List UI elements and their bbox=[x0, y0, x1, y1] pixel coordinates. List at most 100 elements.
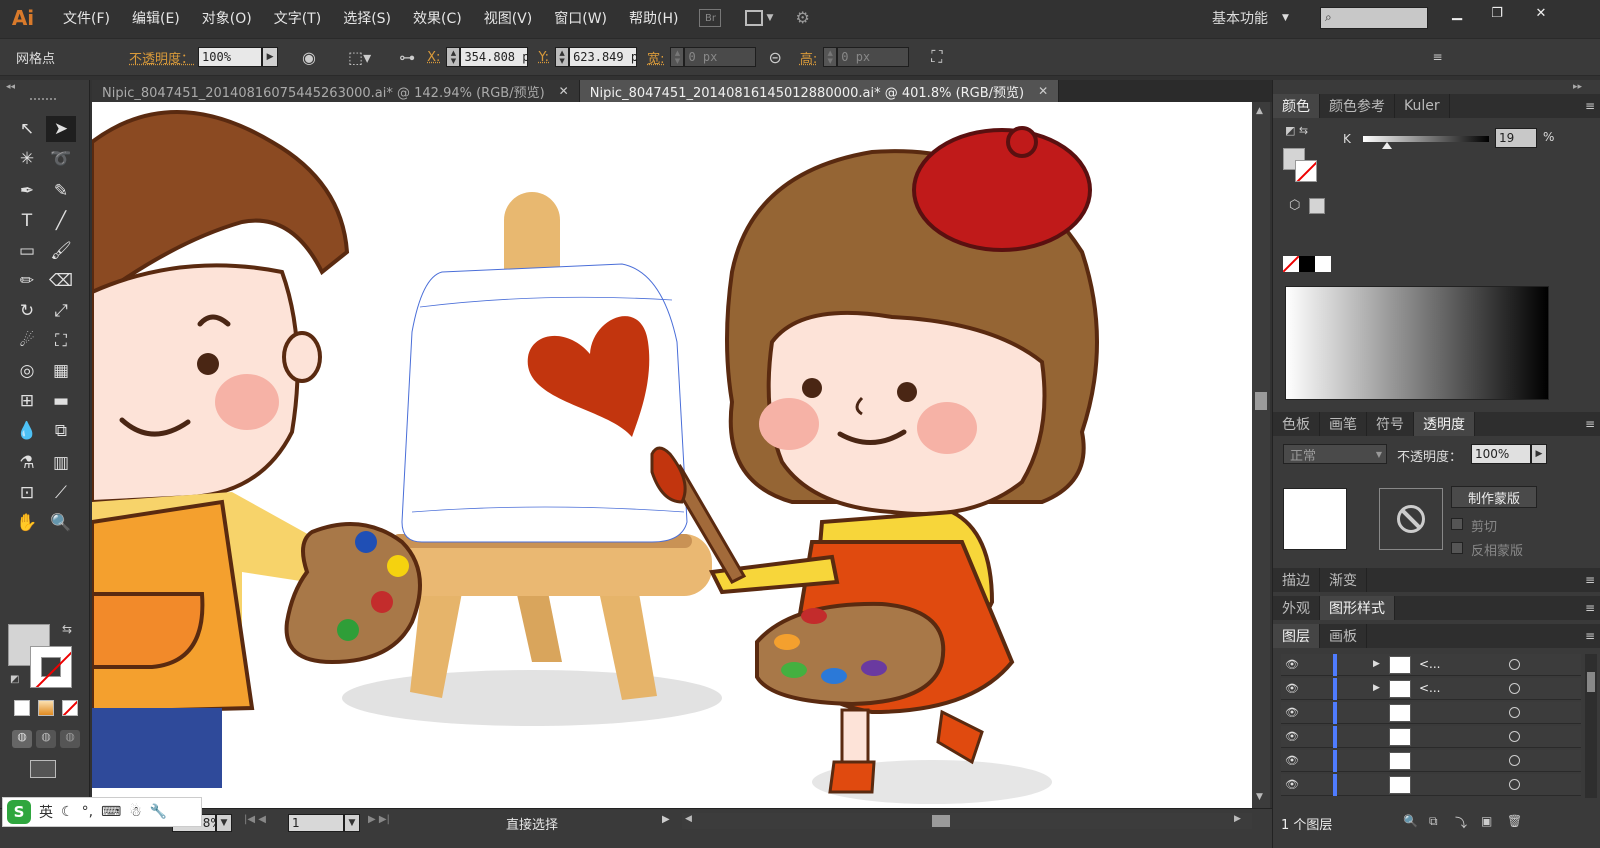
close-window-button[interactable]: ✕ bbox=[1524, 2, 1558, 24]
tab-transparency[interactable]: 透明度 bbox=[1414, 412, 1475, 436]
k-slider-knob[interactable] bbox=[1381, 142, 1392, 149]
x-label[interactable]: X: bbox=[427, 50, 440, 65]
artboard[interactable] bbox=[92, 102, 1252, 808]
scroll-right-icon[interactable]: ▶ bbox=[1234, 814, 1241, 824]
target-circle-icon[interactable] bbox=[1509, 659, 1520, 670]
x-stepper[interactable]: ▲ ▼ bbox=[446, 47, 461, 67]
panel-menu-icon[interactable]: ≡ bbox=[1432, 50, 1442, 64]
skin-icon[interactable]: ☃ bbox=[129, 804, 142, 820]
search-input[interactable]: ⌕ bbox=[1320, 7, 1428, 29]
width-label[interactable]: 宽: bbox=[647, 48, 664, 67]
delete-layer-icon[interactable]: 🗑 bbox=[1507, 814, 1522, 828]
mesh-tool-icon[interactable]: ⊞ bbox=[12, 388, 42, 414]
moon-icon[interactable]: ☾ bbox=[61, 804, 74, 820]
tab-brushes[interactable]: 画笔 bbox=[1320, 412, 1367, 436]
black-swatch[interactable] bbox=[1299, 256, 1315, 272]
artboard-tool-icon[interactable]: ⊡ bbox=[12, 480, 42, 506]
draw-inside-icon[interactable]: ◍ bbox=[60, 730, 80, 748]
fill-stroke-mini-icon[interactable]: ◩ ⇆ bbox=[1285, 124, 1308, 137]
artboard-number-field[interactable]: 1 bbox=[288, 814, 344, 832]
tab-kuler[interactable]: Kuler bbox=[1395, 94, 1450, 118]
layer-name[interactable]: <... bbox=[1419, 681, 1441, 695]
zoom-tool-icon[interactable]: 🔍 bbox=[46, 510, 76, 536]
expand-triangle-icon[interactable]: ▶ bbox=[1373, 659, 1380, 669]
target-circle-icon[interactable] bbox=[1509, 755, 1520, 766]
tab-swatches[interactable]: 色板 bbox=[1273, 412, 1320, 436]
canvas[interactable] bbox=[92, 102, 1252, 808]
menu-select[interactable]: 选择(S) bbox=[332, 0, 402, 36]
pencil-tool-icon[interactable]: ✏ bbox=[12, 268, 42, 294]
panel-menu-icon[interactable]: ≡ bbox=[1585, 601, 1595, 615]
color-mode-icon[interactable] bbox=[14, 700, 30, 716]
vertical-scroll-thumb[interactable] bbox=[1255, 392, 1267, 410]
none-swatch[interactable] bbox=[1283, 256, 1299, 272]
height-stepper[interactable]: ▲ ▼ bbox=[823, 47, 838, 67]
visibility-eye-icon[interactable]: 👁 bbox=[1285, 706, 1299, 719]
horizontal-scrollbar[interactable]: ◀ ▶ bbox=[682, 813, 1252, 829]
scroll-left-icon[interactable]: ◀ bbox=[685, 814, 692, 824]
punctuation-icon[interactable]: °, bbox=[82, 804, 93, 820]
panel-stroke-swatch[interactable] bbox=[1295, 160, 1317, 182]
menu-type[interactable]: 文字(T) bbox=[263, 0, 332, 36]
tab-gradient[interactable]: 渐变 bbox=[1320, 568, 1367, 592]
shape-builder-tool-icon[interactable]: ◎ bbox=[12, 358, 42, 384]
zoom-dropdown-button[interactable]: ▼ bbox=[216, 814, 232, 832]
close-icon[interactable]: ✕ bbox=[559, 84, 569, 98]
expand-triangle-icon[interactable]: ▶ bbox=[1373, 683, 1380, 693]
layer-row[interactable]: 👁 bbox=[1281, 750, 1581, 772]
opacity-dropdown-button[interactable]: ▶ bbox=[262, 47, 279, 67]
y-field[interactable]: 623.849 p bbox=[569, 47, 638, 67]
web-safe-swatch[interactable] bbox=[1309, 198, 1325, 214]
rectangle-tool-icon[interactable]: ▭ bbox=[12, 238, 42, 264]
gradient-mode-icon[interactable] bbox=[38, 700, 54, 716]
artboard-last-icon[interactable]: ▶ ▶| bbox=[368, 814, 390, 825]
target-circle-icon[interactable] bbox=[1509, 683, 1520, 694]
layer-row[interactable]: 👁 bbox=[1281, 702, 1581, 724]
draw-behind-icon[interactable]: ◍ bbox=[36, 730, 56, 748]
default-colors-icon[interactable]: ◩ bbox=[10, 674, 19, 685]
color-spectrum[interactable] bbox=[1285, 286, 1549, 400]
ime-toolbar[interactable]: S 英 ☾ °, ⌨ ☃ 🔧 bbox=[2, 797, 202, 827]
transparency-opacity-button[interactable]: ▶ bbox=[1531, 444, 1547, 464]
tab-layers[interactable]: 图层 bbox=[1273, 624, 1320, 648]
rotate-tool-icon[interactable]: ↻ bbox=[12, 298, 42, 324]
opacity-label[interactable]: 不透明度： bbox=[129, 48, 194, 67]
transparency-opacity-field[interactable]: 100% bbox=[1471, 444, 1531, 464]
direct-selection-tool-icon[interactable]: ➤ bbox=[46, 116, 76, 142]
out-of-gamut-icon[interactable]: ⬡ bbox=[1289, 198, 1300, 213]
mask-thumbnail[interactable] bbox=[1379, 488, 1443, 550]
visibility-eye-icon[interactable]: 👁 bbox=[1285, 778, 1299, 791]
layer-row[interactable]: 👁 ▶ <... bbox=[1281, 678, 1581, 700]
target-circle-icon[interactable] bbox=[1509, 779, 1520, 790]
horizontal-scroll-thumb[interactable] bbox=[932, 815, 950, 827]
panel-menu-icon[interactable]: ≡ bbox=[1585, 573, 1595, 587]
transform-point-icon[interactable]: ⊶ bbox=[399, 48, 415, 67]
y-stepper[interactable]: ▲ ▼ bbox=[555, 47, 570, 67]
clip-checkbox[interactable] bbox=[1451, 518, 1463, 530]
layer-row[interactable]: 👁 bbox=[1281, 774, 1581, 796]
layers-scrollbar[interactable] bbox=[1585, 654, 1597, 798]
toolbar-collapse-icon[interactable]: ◂◂ bbox=[6, 82, 15, 92]
new-sublayer-icon[interactable]: ⤵ bbox=[1455, 814, 1467, 831]
status-menu-icon[interactable]: ▶ bbox=[662, 814, 670, 825]
none-mode-icon[interactable] bbox=[62, 700, 78, 716]
toolbar-grip[interactable] bbox=[30, 98, 56, 102]
opacity-field[interactable]: 100% bbox=[198, 47, 263, 67]
tab-symbols[interactable]: 符号 bbox=[1367, 412, 1414, 436]
panel-menu-icon[interactable]: ≡ bbox=[1585, 629, 1595, 643]
y-label[interactable]: Y: bbox=[538, 50, 549, 65]
link-proportions-icon[interactable]: ⊝ bbox=[768, 48, 781, 67]
target-circle-icon[interactable] bbox=[1509, 731, 1520, 742]
layer-name[interactable]: <... bbox=[1419, 657, 1441, 671]
visibility-eye-icon[interactable]: 👁 bbox=[1285, 730, 1299, 743]
vertical-scrollbar[interactable]: ▲ ▼ bbox=[1252, 102, 1270, 808]
target-circle-icon[interactable] bbox=[1509, 707, 1520, 718]
blend-mode-select[interactable]: 正常 ▼ bbox=[1283, 444, 1387, 464]
white-swatch[interactable] bbox=[1315, 256, 1331, 272]
dock-collapse-icon[interactable]: ▸▸ bbox=[1573, 82, 1582, 92]
invert-mask-checkbox[interactable] bbox=[1451, 542, 1463, 554]
menu-view[interactable]: 视图(V) bbox=[473, 0, 544, 36]
k-value-field[interactable]: 19 bbox=[1495, 128, 1537, 148]
stroke-swatch[interactable] bbox=[30, 646, 72, 688]
document-tab-1[interactable]: Nipic_8047451_20140816075445263000.ai* @… bbox=[92, 80, 580, 102]
